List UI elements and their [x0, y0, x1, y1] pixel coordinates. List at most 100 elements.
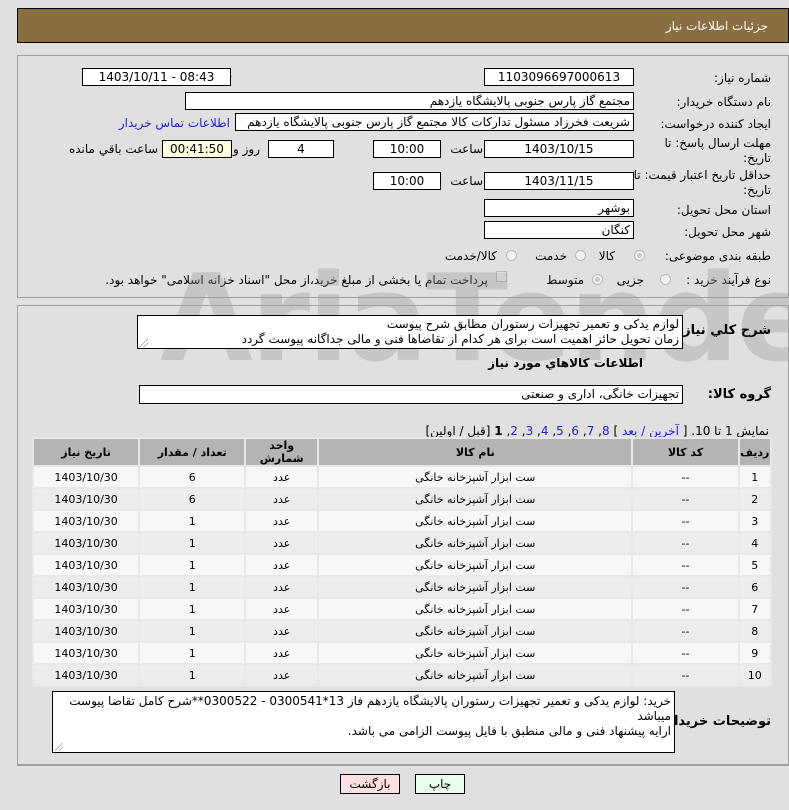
creator-label: ایجاد کننده درخواست:: [660, 117, 771, 131]
cell-qty: 1: [140, 511, 245, 531]
print-button[interactable]: چاپ: [415, 774, 465, 794]
reply-time-label: ساعت: [450, 142, 483, 156]
cell-code: --: [633, 467, 738, 487]
cell-qty: 1: [140, 599, 245, 619]
resize-handle-icon[interactable]: [140, 339, 148, 347]
cell-unit: عدد: [246, 599, 318, 619]
cell-date: 1403/10/30: [34, 533, 139, 553]
cell-date: 1403/10/30: [34, 643, 139, 663]
cell-name: ست ابزار آشپزخانه خانگی: [319, 643, 632, 663]
cell-row: 9: [739, 643, 770, 663]
cell-unit: عدد: [246, 643, 318, 663]
sep: ,: [594, 424, 602, 438]
creator-field: شریعت فخرزاد مسئول تدارکات کالا مجتمع گا…: [235, 113, 634, 131]
cell-name: ست ابزار آشپزخانه خانگی: [319, 599, 632, 619]
cell-code: --: [633, 577, 738, 597]
cell-name: ست ابزار آشپزخانه خانگی: [319, 621, 632, 641]
resize-handle-icon[interactable]: [55, 743, 63, 751]
page-link-4[interactable]: 4: [541, 424, 549, 438]
cell-date: 1403/10/30: [34, 489, 139, 509]
back-button[interactable]: بازگشت: [340, 774, 400, 794]
table-row: 1 -- ست ابزار آشپزخانه خانگی عدد 6 1403/10/30: [34, 467, 770, 487]
page-link-8[interactable]: 8: [602, 424, 610, 438]
goods-table: ردیف کد کالا نام کالا واحد شمارش تعداد /…: [32, 437, 772, 687]
cell-name: ست ابزار آشپزخانه خانگی: [319, 489, 632, 509]
province-label: استان محل تحویل:: [676, 203, 771, 217]
cell-row: 3: [739, 511, 770, 531]
cell-row: 6: [739, 577, 770, 597]
page-title: جزئیات اطلاعات نیاز: [665, 19, 768, 33]
cell-qty: 6: [140, 467, 245, 487]
price-date-field: 1403/11/15: [484, 172, 634, 190]
pagination-bracket: ]: [613, 424, 619, 438]
cell-row: 10: [739, 665, 770, 685]
cell-code: --: [633, 511, 738, 531]
cell-name: ست ابزار آشپزخانه خانگی: [319, 577, 632, 597]
buyer-contact-link[interactable]: اطلاعات تماس خریدار: [119, 116, 230, 130]
cell-unit: عدد: [246, 665, 318, 685]
pagination-last-next-link[interactable]: آخرین / بعد: [622, 424, 679, 438]
cell-name: ست ابزار آشپزخانه خانگی: [319, 555, 632, 575]
goods-table-wrap: ردیف کد کالا نام کالا واحد شمارش تعداد /…: [32, 437, 772, 687]
col-row: ردیف: [739, 439, 770, 465]
goods-group-label: گروه کالا:: [707, 387, 771, 402]
divider: [17, 764, 789, 766]
col-qty: تعداد / مقدار: [140, 439, 245, 465]
col-code: کد کالا: [633, 439, 738, 465]
cell-unit: عدد: [246, 555, 318, 575]
buyer-notes-line-2: ارایه پیشنهاد فنی و مالی منطبق با فایل پ…: [347, 724, 671, 738]
need-number-field: 1103096697000613: [484, 68, 634, 86]
announce-field: 1403/10/11 - 08:43: [82, 68, 231, 86]
col-date: تاریخ نیاز: [34, 439, 139, 465]
cell-code: --: [633, 489, 738, 509]
table-row: 6 -- ست ابزار آشپزخانه خانگی عدد 1 1403/10/30: [34, 577, 770, 597]
cell-qty: 6: [140, 489, 245, 509]
cell-row: 5: [739, 555, 770, 575]
sep: ,: [533, 424, 541, 438]
cell-unit: عدد: [246, 489, 318, 509]
description-label: شرح کلي نياز:: [677, 323, 771, 338]
city-field: کنگان: [484, 221, 634, 239]
cell-row: 8: [739, 621, 770, 641]
cell-code: --: [633, 643, 738, 663]
goods-section-title: اطلاعات کالاهاي مورد نياز: [488, 356, 643, 370]
page-link-2[interactable]: 2: [510, 424, 518, 438]
cell-qty: 1: [140, 621, 245, 641]
cell-unit: عدد: [246, 467, 318, 487]
description-textarea[interactable]: لوازم یدکی و تعمیر تجهیزات رستوران مطابق…: [137, 315, 683, 349]
goods-group-field: تجهیزات خانگی، اداری و صنعتی: [139, 385, 683, 404]
description-line-2: زمان تحویل حائز اهمیت است برای هر کدام ا…: [241, 332, 679, 346]
col-name: نام کالا: [319, 439, 632, 465]
cell-row: 2: [739, 489, 770, 509]
city-label: شهر محل تحویل:: [684, 225, 771, 239]
cell-date: 1403/10/30: [34, 511, 139, 531]
cell-unit: عدد: [246, 621, 318, 641]
days-remaining-field: 4: [268, 140, 334, 158]
cell-unit: عدد: [246, 511, 318, 531]
cell-date: 1403/10/30: [34, 577, 139, 597]
cell-row: 4: [739, 533, 770, 553]
province-field: بوشهر: [484, 199, 634, 217]
reply-date-field: 1403/10/15: [484, 140, 634, 158]
page-link-5[interactable]: 5: [556, 424, 564, 438]
page-link-6[interactable]: 6: [571, 424, 579, 438]
price-validity-label: حداقل تاریخ اعتبار قیمت: تا تاریخ:: [633, 168, 771, 197]
buyer-notes-label: توضیحات خریدار:: [661, 714, 771, 729]
cell-unit: عدد: [246, 533, 318, 553]
need-number-label: شماره نیاز:: [714, 71, 771, 85]
pagination-prev-first: [قبل / اولین]: [425, 424, 491, 438]
buyer-notes-textarea[interactable]: خرید: لوازم یدکی و تعمیر تجهیزات رستوران…: [52, 691, 675, 753]
price-time-field: 10:00: [373, 172, 441, 190]
cell-qty: 1: [140, 555, 245, 575]
sep: ,: [548, 424, 557, 438]
table-row: 10 -- ست ابزار آشپزخانه خانگی عدد 1 1403/10/3…: [34, 665, 770, 685]
days-label: روز و: [233, 142, 260, 156]
buyer-org-label: نام دستگاه خریدار:: [676, 95, 772, 109]
col-unit: واحد شمارش: [246, 439, 318, 465]
pagination-prefix: نمایش 1 تا 10. [: [682, 424, 769, 438]
cell-date: 1403/10/30: [34, 555, 139, 575]
time-remaining-label: ساعت باقي مانده: [68, 142, 158, 156]
sep: ,: [517, 424, 526, 438]
cell-name: ست ابزار آشپزخانه خانگی: [319, 533, 632, 553]
table-row: 5 -- ست ابزار آشپزخانه خانگی عدد 1 1403/10/30: [34, 555, 770, 575]
